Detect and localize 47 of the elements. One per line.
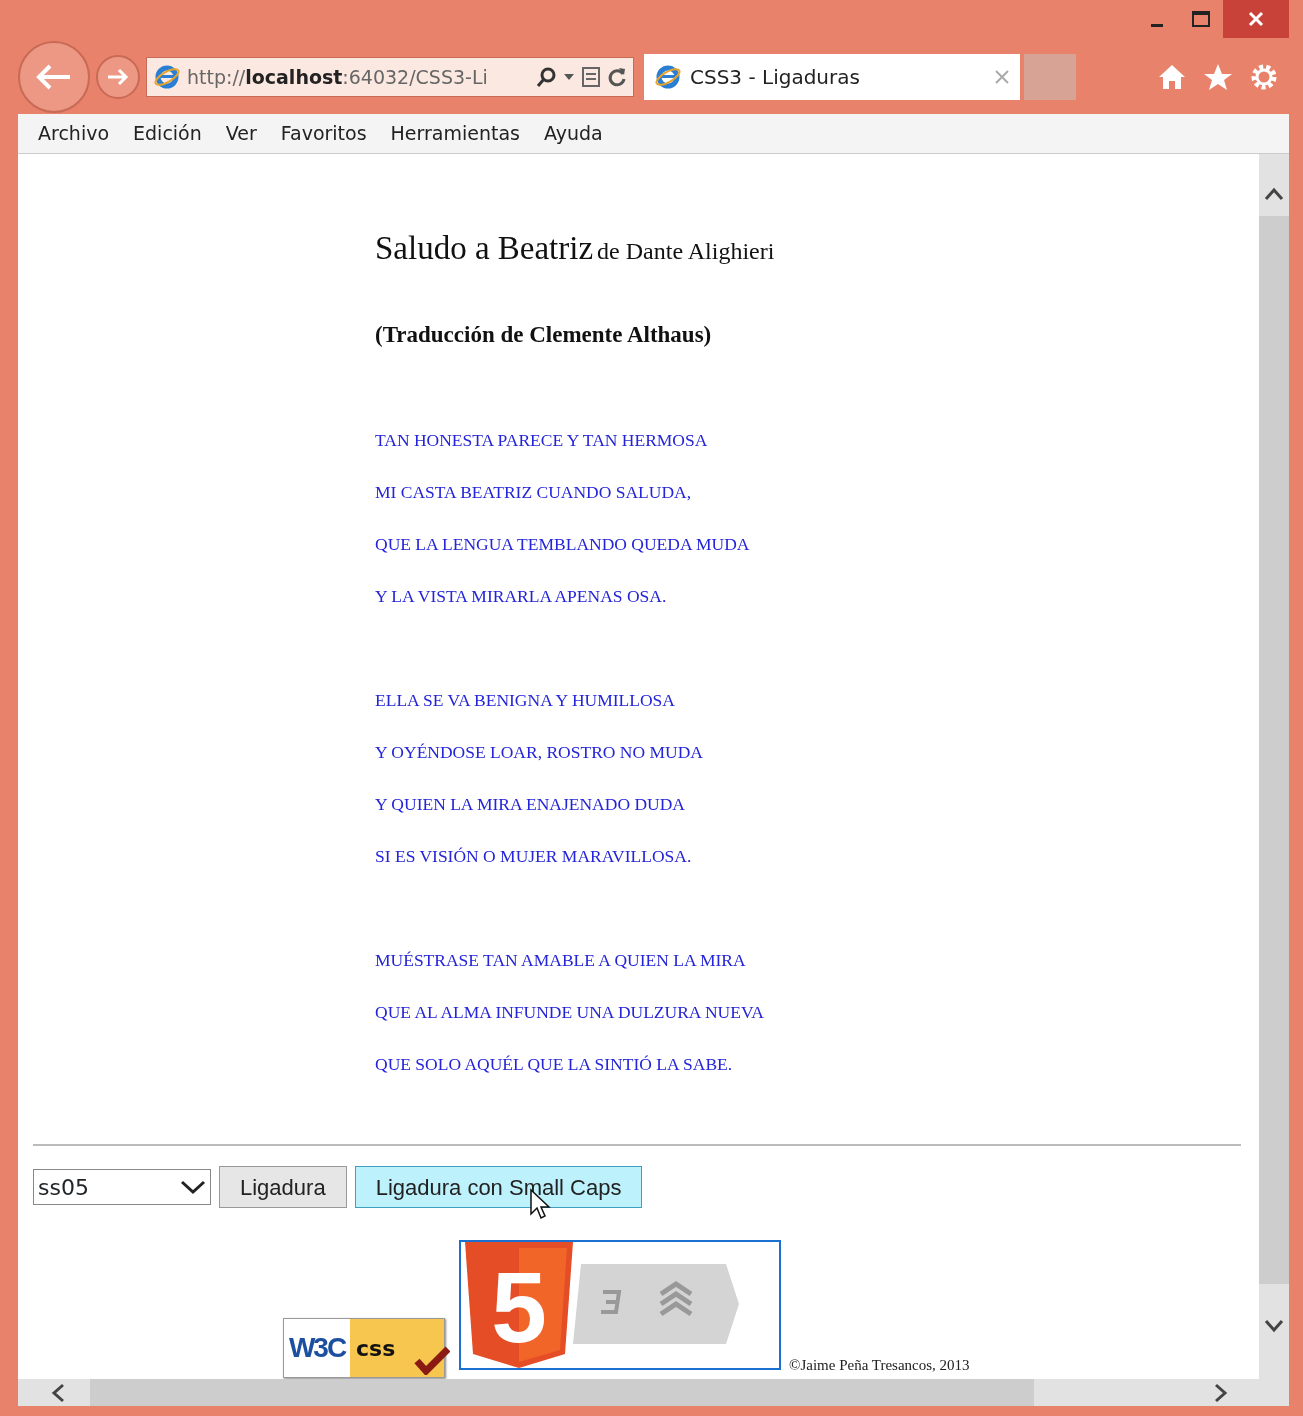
- browser-logo-icon: [153, 63, 181, 91]
- address-bar[interactable]: http://localhost:64032/CSS3-Li: [146, 57, 634, 97]
- poem-line: QUE LA LENGUA TEMBLANDO QUEDA MUDA: [375, 533, 751, 556]
- close-button[interactable]: [1223, 0, 1289, 38]
- caret-icon[interactable]: [563, 72, 575, 82]
- ligature-button[interactable]: Ligadura: [219, 1166, 347, 1208]
- poem-line: QUE SOLO AQUÉL QUE LA SINTIÓ LA SABE.: [375, 1053, 734, 1076]
- poem-title: Saludo a Beatriz: [375, 230, 594, 266]
- settings-icon[interactable]: [1249, 62, 1279, 92]
- search-icon[interactable]: [535, 66, 557, 88]
- maximize-icon: [1192, 11, 1210, 27]
- poem-line: QUE AL ALMA INFUNDE UNA DULZURA NUEVA: [375, 1001, 765, 1024]
- home-icon[interactable]: [1157, 63, 1187, 91]
- url-text: http://localhost:64032/CSS3-Li: [187, 64, 489, 90]
- poem-author: de Dante Alighieri: [597, 238, 775, 264]
- forward-arrow-icon: [106, 67, 130, 87]
- poem-line: Y OYÉNDOSE LOAR, ROSTRO NO MUDA: [375, 741, 704, 764]
- minimize-icon: [1151, 23, 1163, 27]
- checkmark-icon: [414, 1345, 450, 1375]
- font-feature-select[interactable]: ss05: [33, 1169, 211, 1205]
- poem-line: TAN HONESTA PARECE Y TAN HERMOSA: [375, 429, 709, 452]
- poem-line: SI ES VISIÓN O MUJER MARAVILLOSA.: [375, 845, 693, 868]
- poem-line: MUÉSTRASE TAN AMABLE A QUIEN LA MIRA: [375, 949, 747, 972]
- menu-item[interactable]: Ver: [213, 119, 269, 148]
- menu-item[interactable]: Herramientas: [378, 119, 532, 148]
- forward-button[interactable]: [96, 55, 140, 99]
- poem-subtitle: (Traducción de Clemente Althaus): [375, 320, 713, 349]
- poem-line: ELLA SE VA BENIGNA Y HUMILLOSA: [375, 689, 676, 712]
- menu-item[interactable]: Archivo: [26, 119, 122, 148]
- menu-item[interactable]: Ayuda: [532, 119, 615, 148]
- html5-badge[interactable]: 5: [459, 1240, 781, 1370]
- poem-line: Y LA VISTA MIRARLA APENAS OSA.: [375, 585, 668, 608]
- star-icon[interactable]: [1203, 63, 1233, 91]
- copyright-text: ©Jaime Peña Tresancos, 2013: [789, 1355, 970, 1375]
- refresh-icon[interactable]: [607, 66, 627, 88]
- ligature-button[interactable]: Ligadura con Small Caps: [354, 1166, 643, 1208]
- browser-tab[interactable]: CSS3 - Ligaduras: [644, 54, 1020, 100]
- dropdown-caret-icon[interactable]: [180, 1179, 206, 1195]
- compatibility-icon[interactable]: [581, 66, 601, 88]
- close-icon: [1248, 11, 1264, 27]
- scrollbar-thumb[interactable]: [90, 1379, 1034, 1406]
- browser-logo-icon: [654, 63, 682, 91]
- menu-item[interactable]: Favoritos: [268, 119, 379, 148]
- menu-item[interactable]: Edición: [121, 119, 214, 148]
- horizontal-scrollbar[interactable]: [18, 1379, 1289, 1406]
- poem-line: Y QUIEN LA MIRA ENAJENADO DUDA: [375, 793, 686, 816]
- poem-line: MI CASTA BEATRIZ CUANDO SALUDA,: [375, 481, 693, 504]
